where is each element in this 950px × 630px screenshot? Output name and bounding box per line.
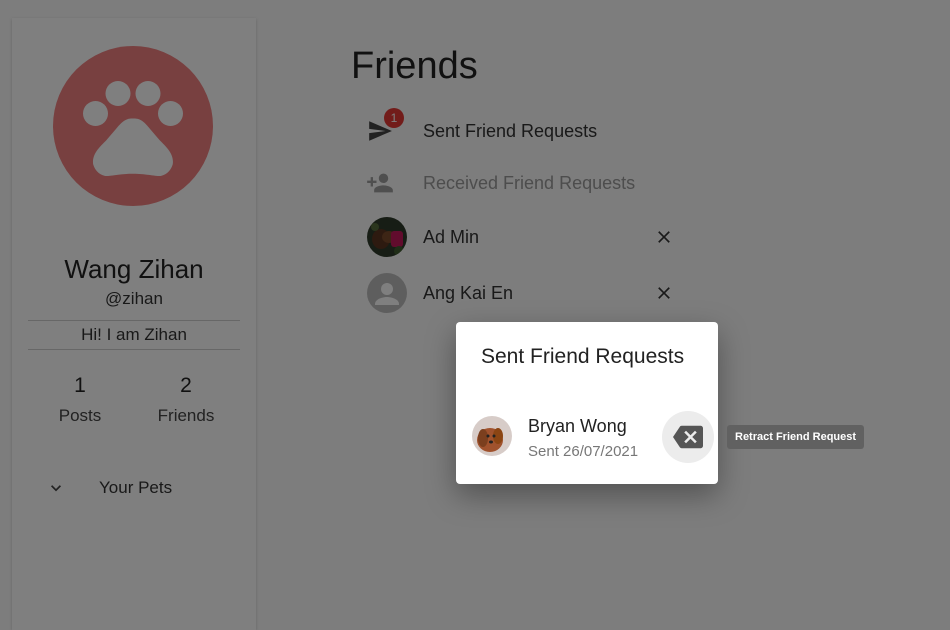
request-avatar [472,416,512,456]
app: Wang Zihan @zihan Hi! I am Zihan 1 Posts… [0,0,950,630]
request-sent-date: Sent 26/07/2021 [528,443,639,460]
request-name: Bryan Wong [528,416,627,436]
retract-request-button[interactable] [662,411,714,463]
retract-tooltip: Retract Friend Request [727,425,865,449]
dialog-title: Sent Friend Requests [481,345,685,368]
sent-requests-dialog: Sent Friend Requests Bryan Wong Sent 26/… [456,322,718,484]
modal-backdrop[interactable] [0,0,950,630]
backspace-icon [673,425,703,449]
